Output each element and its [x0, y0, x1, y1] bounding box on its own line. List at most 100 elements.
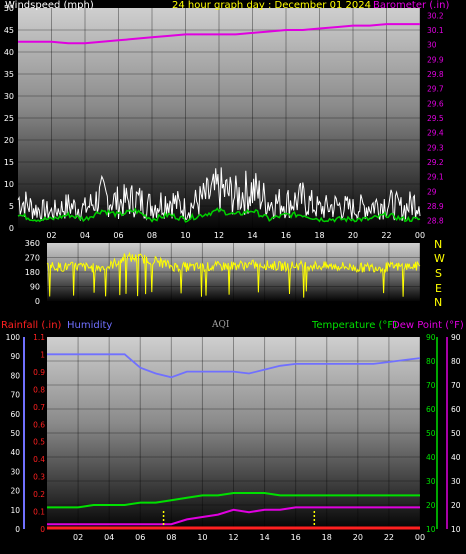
compass-e: E	[435, 282, 442, 295]
weather-graph-page: 02 04 06 08 10 12 14 16 18 20 22 00 0 5 10 15 20 25 30 35 40…	[0, 0, 466, 554]
wind-hour-label: 00	[415, 231, 425, 240]
compass-s: S	[435, 267, 442, 280]
rainfall-axis-title: Rainfall (.in)	[1, 320, 62, 331]
wind-tick-label: 0	[9, 224, 14, 233]
humidity-tick-label: 20	[10, 487, 20, 496]
direction-tick-label: 180	[25, 268, 40, 277]
wind-tick-label: 30	[4, 92, 14, 101]
dewpoint-tick-label: 20	[451, 501, 461, 510]
climate-hour-label: 08	[166, 533, 176, 542]
rain-tick-label: 0.4	[33, 455, 45, 464]
wind-hour-label: 04	[80, 231, 90, 240]
climate-hour-label: 04	[104, 533, 114, 542]
wind-hour-label: 10	[180, 231, 190, 240]
barometer-tick-label: 29.2	[427, 158, 444, 167]
temperature-tick-label: 10	[426, 525, 436, 534]
temperature-tick-label: 20	[426, 501, 436, 510]
wind-hour-label: 08	[147, 231, 157, 240]
climate-hour-label: 18	[322, 533, 332, 542]
temperature-tick-label: 40	[426, 453, 436, 462]
rain-tick-label: 0.5	[33, 438, 45, 447]
climate-hour-label: 20	[353, 533, 363, 542]
barometer-tick-label: 29.6	[427, 99, 444, 108]
dewpoint-tick-label: 50	[451, 429, 461, 438]
direction-tick-label: 360	[25, 239, 40, 248]
dewpoint-tick-label: 40	[451, 453, 461, 462]
dewpoint-tick-label: 80	[451, 357, 461, 366]
dewpoint-tick-label: 30	[451, 477, 461, 486]
temperature-axis-title: Temperature (°F)	[312, 320, 398, 331]
rain-tick-label: 0.8	[33, 385, 45, 394]
temperature-tick-label: 60	[426, 405, 436, 414]
barometer-tick-label: 29.4	[427, 129, 444, 138]
aqi-label: AQI	[212, 320, 230, 330]
temperature-tick-label: 70	[426, 381, 436, 390]
dewpoint-tick-label: 60	[451, 405, 461, 414]
rain-tick-label: 0.2	[33, 490, 45, 499]
rain-tick-label: 1.1	[33, 333, 45, 342]
humidity-tick-label: 40	[10, 448, 20, 457]
climate-hour-label: 22	[384, 533, 394, 542]
barometer-tick-label: 29.1	[427, 173, 444, 182]
barometer-tick-label: 29	[427, 187, 437, 196]
wind-tick-label: 5	[9, 202, 14, 211]
humidity-tick-label: 100	[6, 333, 21, 342]
rain-tick-label: 0.1	[33, 508, 45, 517]
temperature-tick-label: 90	[426, 333, 436, 342]
wind-tick-label: 15	[4, 158, 14, 167]
barometer-tick-label: 28.8	[427, 217, 444, 226]
compass-w: W	[434, 252, 445, 265]
dewpoint-tick-label: 70	[451, 381, 461, 390]
wind-axis-title: Windspeed (mph)	[5, 0, 94, 11]
compass-n-bottom: N	[434, 296, 443, 309]
barometer-tick-label: 29.5	[427, 114, 444, 123]
humidity-tick-label: 30	[10, 467, 20, 476]
humidity-tick-label: 0	[15, 525, 20, 534]
direction-tick-label: 270	[25, 254, 40, 263]
wind-hour-label: 06	[113, 231, 123, 240]
dewpoint-axis-title: Dew Point (°F)	[392, 320, 464, 331]
rain-tick-label: 0.7	[33, 403, 45, 412]
wind-tick-label: 10	[4, 180, 14, 189]
climate-hour-label: 12	[228, 533, 238, 542]
dewpoint-tick-label: 90	[451, 333, 461, 342]
wind-tick-label: 35	[4, 70, 14, 79]
temperature-tick-label: 30	[426, 477, 436, 486]
barometer-tick-label: 29.9	[427, 55, 444, 64]
compass-n-top: N	[434, 238, 443, 251]
barometer-tick-label: 29.3	[427, 143, 444, 152]
barometer-axis-title: Barometer (.in)	[373, 0, 450, 11]
rain-tick-label: 0.3	[33, 473, 45, 482]
climate-hour-label: 16	[291, 533, 301, 542]
humidity-tick-label: 90	[10, 352, 20, 361]
wind-tick-label: 20	[4, 136, 14, 145]
barometer-tick-label: 30.1	[427, 26, 444, 35]
temperature-tick-label: 80	[426, 357, 436, 366]
wind-tick-label: 40	[4, 48, 14, 57]
rain-tick-label: 0.9	[33, 368, 45, 377]
wind-tick-label: 25	[4, 114, 14, 123]
humidity-axis-title: Humidity	[67, 320, 113, 331]
humidity-tick-label: 10	[10, 506, 20, 515]
humidity-tick-label: 80	[10, 371, 20, 380]
direction-tick-label: 90	[30, 283, 40, 292]
wind-hour-label: 18	[314, 231, 324, 240]
humidity-tick-label: 60	[10, 410, 20, 419]
graph-title: 24 hour graph day : December 01 2024	[172, 0, 371, 11]
wind-hour-label: 12	[214, 231, 224, 240]
wind-hour-label: 16	[281, 231, 291, 240]
climate-hour-label: 14	[259, 533, 269, 542]
barometer-tick-label: 29.8	[427, 70, 444, 79]
rain-tick-label: 1	[40, 350, 45, 359]
barometer-tick-label: 30	[427, 41, 437, 50]
wind-tick-label: 45	[4, 26, 14, 35]
barometer-tick-label: 29.7	[427, 85, 444, 94]
wind-hour-label: 20	[348, 231, 358, 240]
wind-hour-label: 02	[46, 231, 56, 240]
rain-tick-label: 0	[40, 525, 45, 534]
climate-hour-label: 02	[73, 533, 83, 542]
wind-hour-label: 22	[381, 231, 391, 240]
barometer-tick-label: 30.2	[427, 11, 444, 20]
dewpoint-tick-label: 10	[451, 525, 461, 534]
climate-hour-label: 10	[197, 533, 207, 542]
